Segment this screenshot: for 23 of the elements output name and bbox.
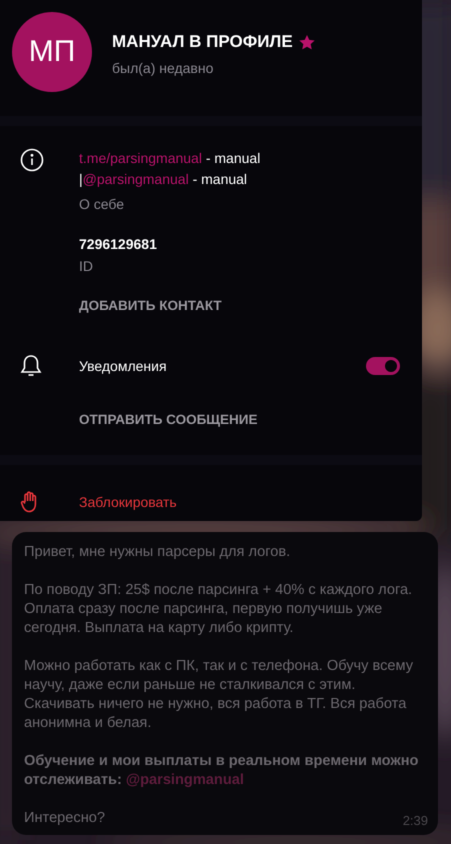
bell-icon: [20, 354, 42, 378]
message-paragraph: Обучение и мои выплаты в реальном времени можно отслеживать: @parsingmanual: [24, 752, 420, 790]
notifications-label: Уведомления: [79, 358, 168, 374]
star-icon: [298, 34, 315, 50]
avatar: МП: [12, 12, 92, 92]
message-paragraph: Можно работать как с ПК, так и с телефона. Обучу всему научу, даже если раньше не сталкивался с этим. Скачивать ничего не нужно, вся работа в ТГ. Вся работа анонимна и белая.: [24, 657, 414, 733]
message-paragraph: Интересно?: [24, 809, 106, 828]
bio-label: О себе: [79, 196, 126, 212]
bio-text: t.me/parsingmanual - manual |@parsingmanual - manual: [79, 149, 262, 189]
info-icon: [20, 148, 44, 172]
last-seen-status: был(а) недавно: [112, 60, 214, 76]
message-paragraph: По поводу ЗП: 25$ после парсинга + 40% с каждого лога. Оплата сразу после парсинга, первую получишь уже сегодня. Выплата на карту либо крипту.: [24, 581, 414, 638]
block-button[interactable]: Заблокировать: [79, 494, 177, 510]
id-label: ID: [79, 258, 94, 274]
message-time: 2:39: [402, 813, 428, 828]
notifications-toggle[interactable]: [366, 357, 400, 375]
add-contact-button[interactable]: ДОБАВИТЬ КОНТАКТ: [79, 298, 222, 313]
username-link[interactable]: t.me/parsingmanual: [79, 150, 202, 166]
user-id: 7296129681: [79, 236, 158, 252]
message-paragraph: Привет, мне нужны парсеры для логов.: [24, 543, 290, 562]
username-link[interactable]: @parsingmanual: [82, 171, 189, 187]
send-message-button[interactable]: ОТПРАВИТЬ СООБЩЕНИЕ: [79, 412, 258, 427]
profile-name: МАНУАЛ В ПРОФИЛЕ: [112, 32, 293, 52]
